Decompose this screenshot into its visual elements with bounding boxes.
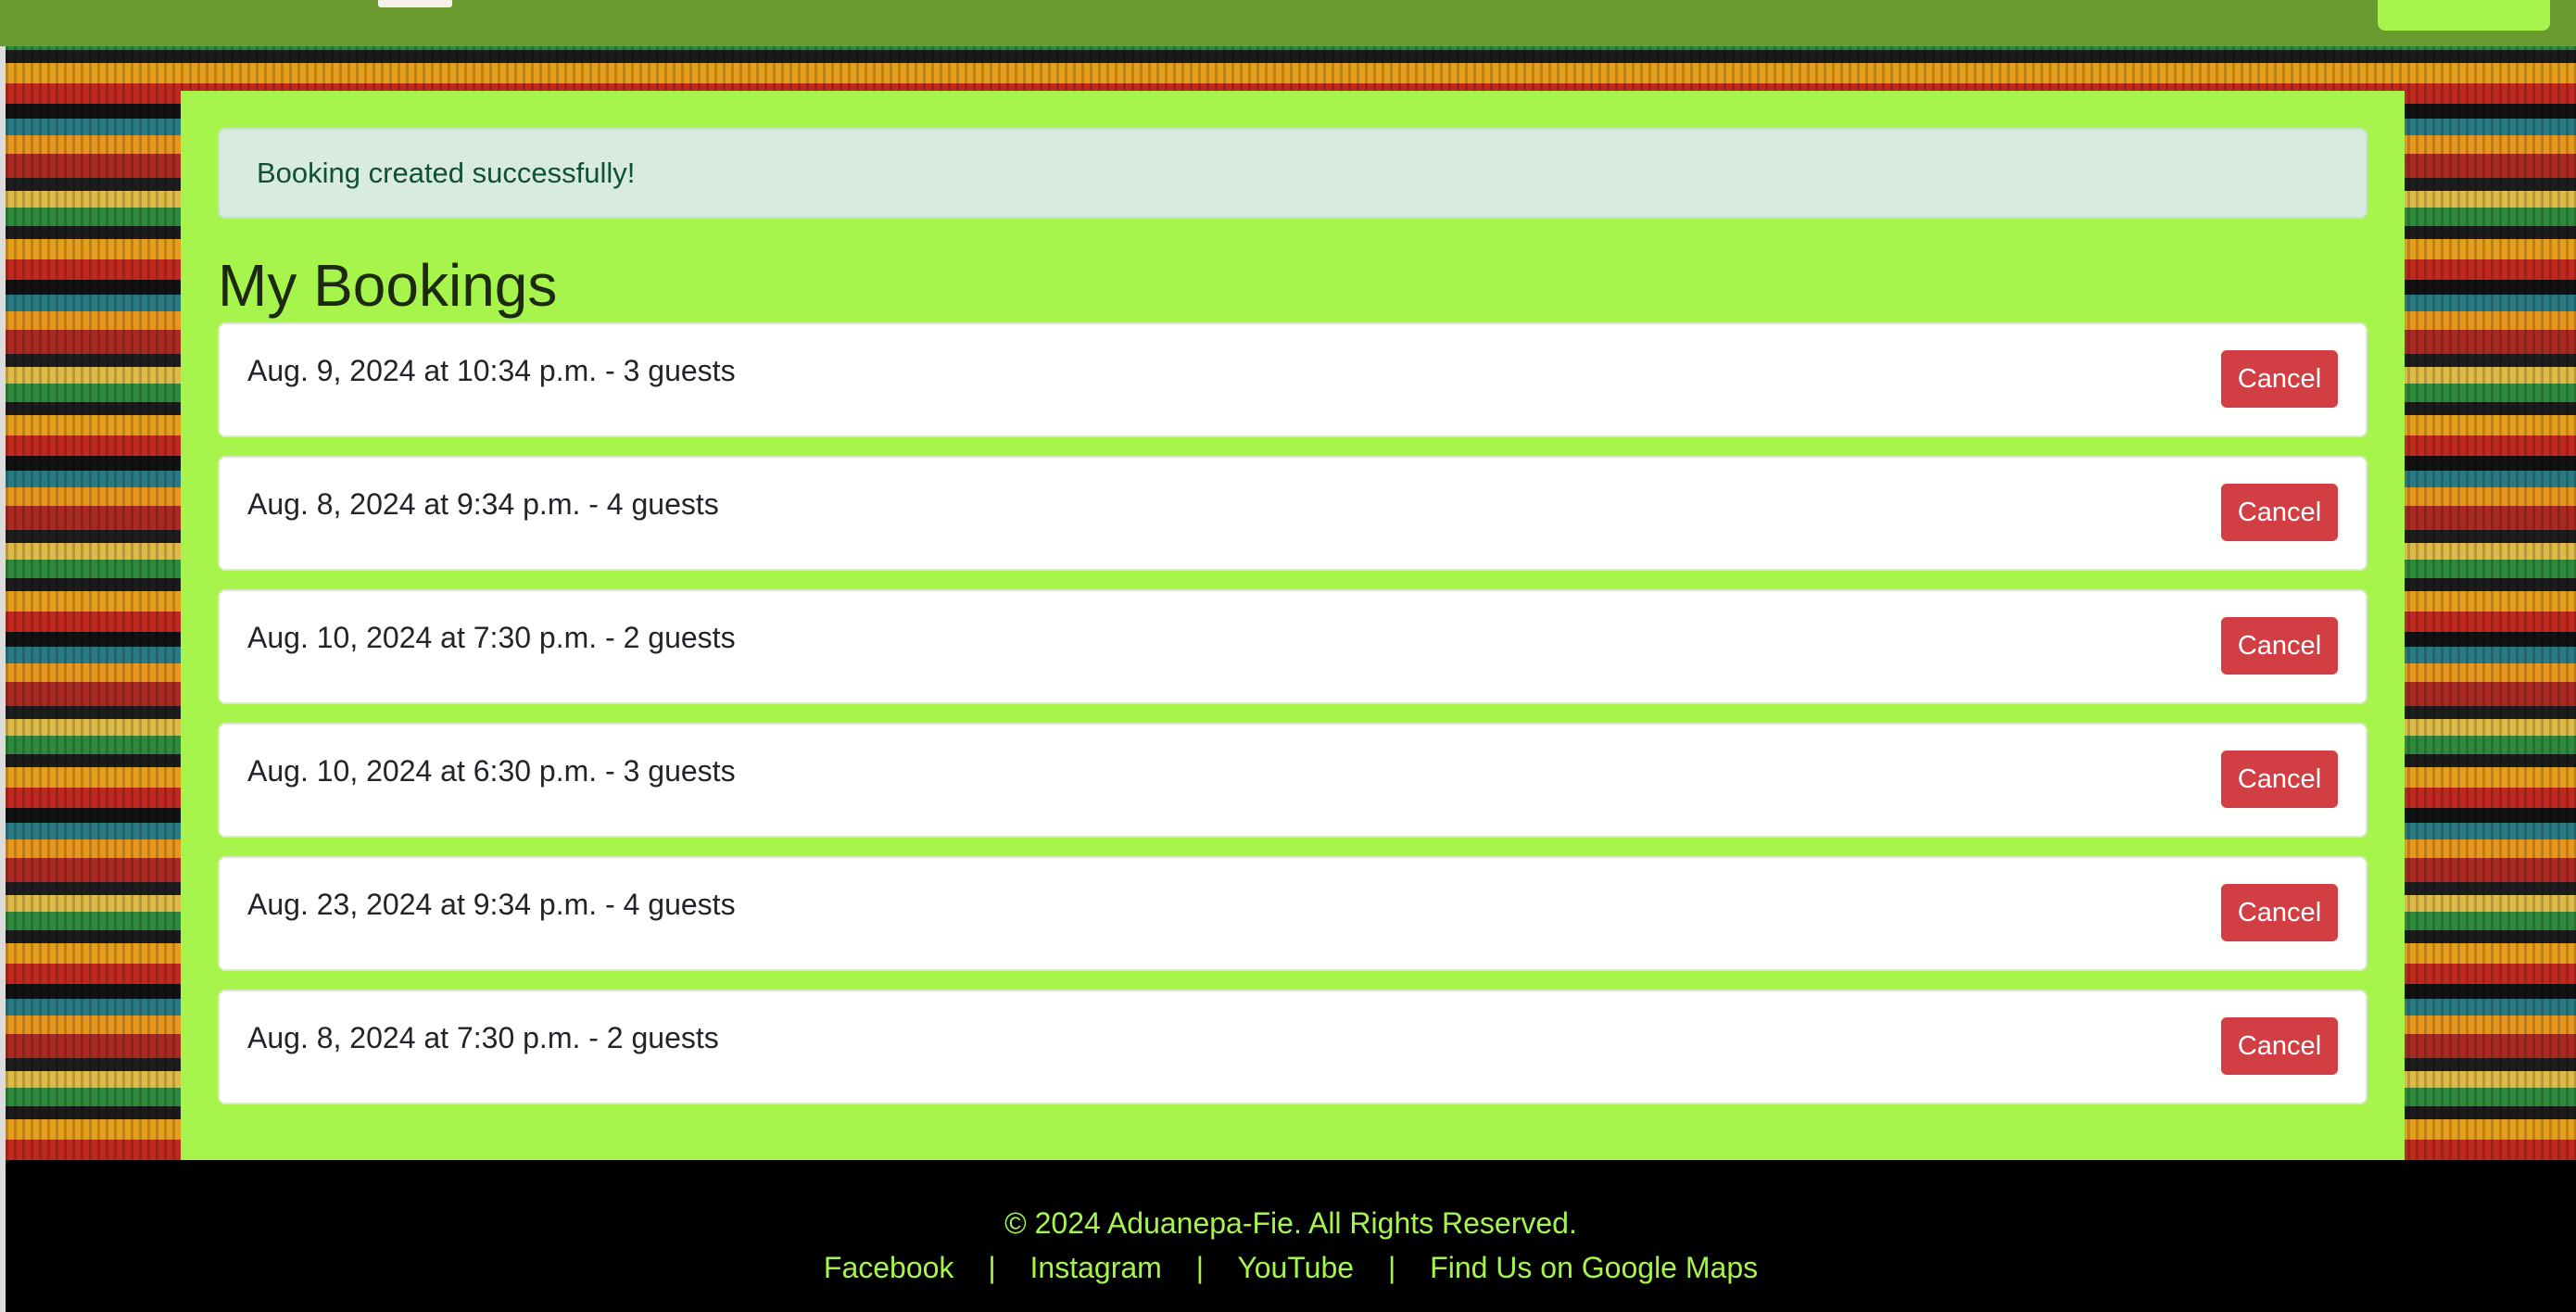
booking-item: Aug. 23, 2024 at 9:34 p.m. - 4 guests Ca…: [218, 856, 2368, 971]
site-footer: © 2024 Aduanepa-Fie. All Rights Reserved…: [6, 1160, 2576, 1312]
nav-menu-button[interactable]: [2378, 0, 2550, 31]
cancel-booking-button[interactable]: Cancel: [2221, 751, 2338, 808]
booking-list: Aug. 9, 2024 at 10:34 p.m. - 3 guests Ca…: [218, 322, 2368, 1123]
cancel-booking-button[interactable]: Cancel: [2221, 617, 2338, 675]
cancel-booking-button[interactable]: Cancel: [2221, 350, 2338, 408]
booking-details: Aug. 9, 2024 at 10:34 p.m. - 3 guests: [247, 354, 736, 387]
booking-details: Aug. 8, 2024 at 7:30 p.m. - 2 guests: [247, 1021, 719, 1054]
booking-item: Aug. 9, 2024 at 10:34 p.m. - 3 guests Ca…: [218, 322, 2368, 437]
booking-details: Aug. 10, 2024 at 6:30 p.m. - 3 guests: [247, 754, 736, 788]
booking-details: Aug. 23, 2024 at 9:34 p.m. - 4 guests: [247, 888, 736, 921]
booking-item: Aug. 8, 2024 at 9:34 p.m. - 4 guests Can…: [218, 456, 2368, 571]
main-container: Booking created successfully! My Booking…: [181, 91, 2405, 1160]
page-title: My Bookings: [218, 252, 558, 319]
link-separator: |: [1387, 1251, 1396, 1284]
booking-item: Aug. 10, 2024 at 7:30 p.m. - 2 guests Ca…: [218, 589, 2368, 704]
google-maps-link[interactable]: Find Us on Google Maps: [1430, 1251, 1758, 1284]
success-alert: Booking created successfully!: [218, 128, 2368, 219]
cancel-booking-button[interactable]: Cancel: [2221, 884, 2338, 941]
footer-links: Facebook | Instagram | YouTube | Find Us…: [6, 1249, 2576, 1286]
youtube-link[interactable]: YouTube: [1237, 1251, 1354, 1284]
top-navbar: [0, 0, 2576, 46]
copyright-text: © 2024 Aduanepa-Fie. All Rights Reserved…: [1004, 1206, 1577, 1240]
link-separator: |: [1195, 1251, 1204, 1284]
instagram-link[interactable]: Instagram: [1030, 1251, 1162, 1284]
booking-item: Aug. 8, 2024 at 7:30 p.m. - 2 guests Can…: [218, 990, 2368, 1104]
facebook-link[interactable]: Facebook: [824, 1251, 954, 1284]
booking-details: Aug. 8, 2024 at 9:34 p.m. - 4 guests: [247, 487, 719, 521]
cancel-booking-button[interactable]: Cancel: [2221, 484, 2338, 541]
booking-item: Aug. 10, 2024 at 6:30 p.m. - 3 guests Ca…: [218, 723, 2368, 838]
booking-details: Aug. 10, 2024 at 7:30 p.m. - 2 guests: [247, 621, 736, 654]
link-separator: |: [988, 1251, 996, 1284]
cancel-booking-button[interactable]: Cancel: [2221, 1017, 2338, 1075]
site-logo[interactable]: [378, 0, 452, 7]
